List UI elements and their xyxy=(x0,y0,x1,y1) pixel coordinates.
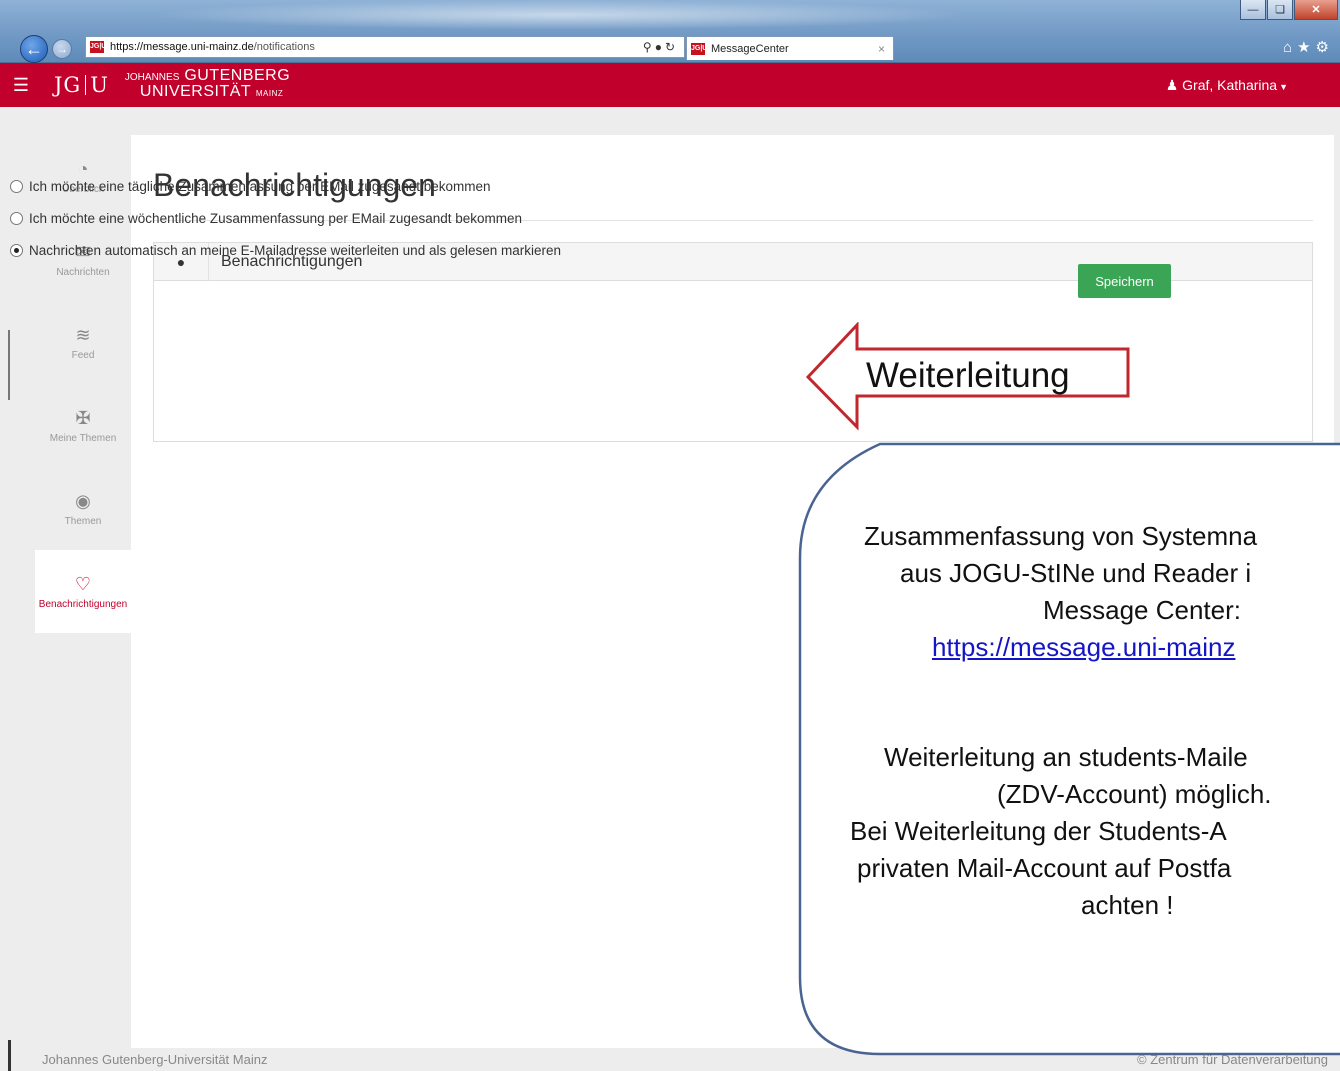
url-path: /notifications xyxy=(253,41,315,53)
user-icon: ♟ xyxy=(1165,76,1179,93)
titlebar-glow xyxy=(150,0,970,30)
logo-johannes: JOHANNES xyxy=(124,72,180,83)
footer-copyright: © Zentrum für Datenverarbeitung xyxy=(1137,1052,1328,1067)
option-daily-summary[interactable]: Ich möchte eine tägliche Zusammenfassung… xyxy=(10,170,561,202)
callout-line: Bei Weiterleitung der Students-A xyxy=(850,816,1227,846)
window-controls: — ❏ ✕ xyxy=(1240,0,1340,24)
tab-close-icon[interactable]: × xyxy=(878,42,885,56)
minimize-button[interactable]: — xyxy=(1240,0,1266,20)
browser-toolbar-right: ⌂★⚙ xyxy=(1283,38,1334,56)
app-header: ☰ JG U JOHANNES GUTENBERG UNIVERSITÄT MAI… xyxy=(0,63,1340,107)
annotation-arrow-label: Weiterleitung xyxy=(866,356,1070,395)
settings-gear-icon[interactable]: ⚙ xyxy=(1316,39,1334,56)
callout-line: Weiterleitung an students-Maile xyxy=(884,742,1248,772)
sidebar-item-themen[interactable]: ◉ Themen xyxy=(35,467,131,550)
jgu-logo-mark[interactable]: JG U xyxy=(54,73,109,97)
radio-weekly[interactable] xyxy=(10,211,23,225)
forward-button[interactable]: → xyxy=(52,39,72,59)
bell-icon: ♡ xyxy=(74,573,92,594)
sidebar-item-label: Themen xyxy=(64,515,102,527)
favorites-star-icon[interactable]: ★ xyxy=(1297,39,1315,56)
option-label: Ich möchte eine tägliche Zusammenfassung… xyxy=(29,178,491,194)
lock-icon[interactable]: ● xyxy=(655,40,665,54)
rss-icon: ≋ xyxy=(75,324,91,345)
refresh-icon[interactable]: ↻ xyxy=(665,40,678,54)
address-bar[interactable]: JG|U https://message.uni-mainz.de/notifi… xyxy=(85,36,685,58)
option-label: Ich möchte eine wöchentliche Zusammenfas… xyxy=(29,210,523,226)
callout-line: aus JOGU-StINe und Reader i xyxy=(900,558,1252,588)
menu-hamburger-icon[interactable]: ☰ xyxy=(0,75,42,96)
sidebar-item-label: Nachrichten xyxy=(56,266,110,278)
callout-line: privaten Mail-Account auf Postfa xyxy=(857,853,1232,883)
tab-favicon-icon: JG|U xyxy=(691,42,707,55)
notification-options: Ich möchte eine tägliche Zusammenfassung… xyxy=(10,170,561,266)
window-edge-mark-bottom xyxy=(8,1040,11,1071)
callout-line: achten ! xyxy=(1081,890,1174,920)
radio-forward[interactable] xyxy=(10,243,23,257)
caret-down-icon: ▼ xyxy=(1279,81,1288,92)
close-window-button[interactable]: ✕ xyxy=(1294,0,1338,20)
save-button[interactable]: Speichern xyxy=(1078,264,1171,298)
logo-divider xyxy=(85,75,87,95)
url-host: message.uni-mainz.de xyxy=(143,41,254,53)
logo-mark-right: U xyxy=(90,73,109,97)
back-arrow-icon: ← xyxy=(25,38,43,59)
tab-title: MessageCenter xyxy=(711,42,789,55)
back-button[interactable]: ← xyxy=(20,35,48,63)
user-menu[interactable]: ♟ Graf, Katharina ▼ xyxy=(1166,77,1288,94)
url-scheme: https:// xyxy=(110,41,144,53)
option-forward-email[interactable]: Nachrichten automatisch an meine E-Maila… xyxy=(10,234,561,266)
footer-university: Johannes Gutenberg-Universität Mainz xyxy=(42,1052,268,1067)
browser-chrome: — ❏ ✕ ← → JG|U https://message.uni-mainz… xyxy=(0,0,1340,63)
site-favicon-icon: JG|U xyxy=(90,41,106,53)
logo-mainz: MAINZ xyxy=(255,89,284,98)
sidebar-item-feed[interactable]: ≋ Feed xyxy=(35,301,131,384)
forward-arrow-icon: → xyxy=(56,42,68,56)
user-name: Graf, Katharina xyxy=(1182,76,1278,93)
sidebar-item-label: Meine Themen xyxy=(49,432,117,444)
browser-tab[interactable]: JG|U MessageCenter × xyxy=(686,36,894,60)
option-weekly-summary[interactable]: Ich möchte eine wöchentliche Zusammenfas… xyxy=(10,202,561,234)
window-edge-mark xyxy=(8,330,10,400)
sidebar-item-label: Feed xyxy=(71,349,95,361)
search-icon[interactable]: ⚲ xyxy=(643,40,655,54)
logo-mark-left: JG xyxy=(54,73,82,97)
radio-daily[interactable] xyxy=(10,179,23,193)
callout-line: (ZDV-Account) möglich. xyxy=(997,779,1272,809)
address-tools: ⚲●↻ xyxy=(643,40,678,54)
option-label: Nachrichten automatisch an meine E-Maila… xyxy=(29,242,562,258)
logo-universitaet: UNIVERSITÄT xyxy=(139,83,251,100)
sidebar-item-benachrichtigungen[interactable]: ♡ Benachrichtigungen xyxy=(35,550,131,633)
pin-icon: ✠ xyxy=(75,407,91,428)
address-url[interactable]: https://message.uni-mainz.de/notificatio… xyxy=(110,41,315,53)
callout-link[interactable]: https://message.uni-mainz xyxy=(932,629,1235,666)
home-icon[interactable]: ⌂ xyxy=(1283,39,1297,56)
sidebar-item-meine-themen[interactable]: ✠ Meine Themen xyxy=(35,384,131,467)
university-name[interactable]: JOHANNES GUTENBERG UNIVERSITÄT MAINZ xyxy=(125,68,290,100)
callout-line: Zusammenfassung von Systemna xyxy=(864,521,1258,551)
restore-button[interactable]: ❏ xyxy=(1267,0,1293,20)
callout-line: Message Center: xyxy=(1043,595,1241,625)
sidebar-item-label: Benachrichtigungen xyxy=(38,598,128,610)
logo-gutenberg: GUTENBERG xyxy=(184,67,291,84)
globe-icon: ◉ xyxy=(75,490,91,511)
